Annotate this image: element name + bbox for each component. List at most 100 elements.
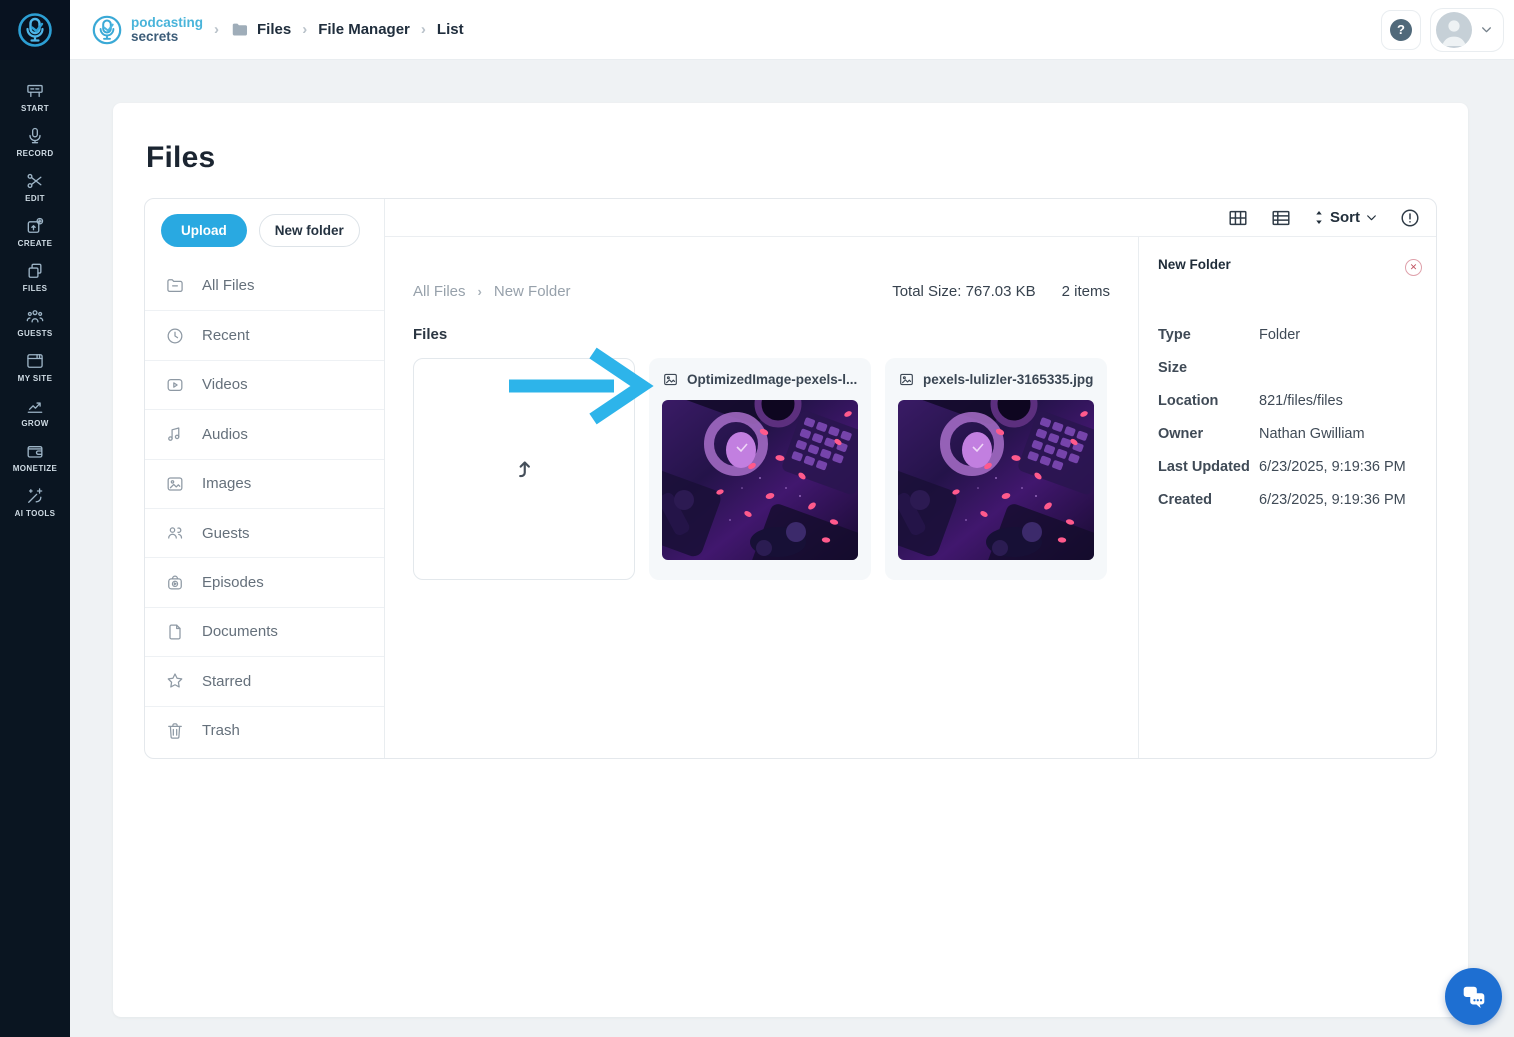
items-count-label: 2 items	[1061, 283, 1110, 300]
go-up-folder-card[interactable]	[413, 358, 635, 580]
detail-row-size: Size	[1158, 360, 1188, 376]
chevron-down-icon	[1482, 27, 1491, 33]
folder-stats: Total Size: 767.03 KB 2 items	[892, 283, 1110, 300]
trash-icon	[168, 722, 182, 739]
help-button[interactable]: ?	[1381, 9, 1421, 50]
file-name: pexels-lulizler-3165335.jpg	[923, 372, 1094, 387]
info-button[interactable]	[1399, 207, 1421, 229]
rail-item-create[interactable]: CREATE	[0, 209, 70, 254]
browser-window-icon	[27, 353, 43, 368]
top-header: podcasting secrets › Files › File Manage…	[70, 0, 1514, 60]
detail-row-owner: Owner Nathan Gwilliam	[1158, 426, 1365, 442]
app-rail: START RECORD EDIT CREATE FILES GUESTS MY…	[0, 0, 70, 1037]
rail-item-label: AI TOOLS	[14, 508, 56, 518]
growth-chart-icon	[27, 401, 43, 413]
rail-item-label: START	[20, 103, 50, 113]
detail-row-created: Created 6/23/2025, 9:19:36 PM	[1158, 492, 1406, 508]
list-view-button[interactable]	[1270, 207, 1292, 229]
episode-icon	[168, 575, 182, 589]
rail-item-record[interactable]: RECORD	[0, 119, 70, 164]
rail-item-guests[interactable]: GUESTS	[0, 299, 70, 344]
file-thumbnail	[898, 400, 1094, 560]
start-banner-icon	[27, 84, 43, 97]
library-item-label: Episodes	[202, 574, 264, 592]
breadcrumb-file-manager[interactable]: File Manager	[318, 21, 410, 38]
library-item-label: Documents	[202, 623, 278, 641]
library-item-label: Recent	[202, 327, 250, 345]
alert-circle-icon	[1401, 208, 1419, 227]
grid-view-button[interactable]	[1227, 207, 1249, 229]
file-card[interactable]: pexels-lulizler-3165335.jpg	[885, 358, 1107, 580]
rail-item-monetize[interactable]: MONETIZE	[0, 434, 70, 479]
upload-button[interactable]: Upload	[161, 214, 247, 247]
page-body: Files Upload New folder All Files Recent…	[70, 60, 1514, 1037]
rail-item-label: MONETIZE	[12, 463, 58, 473]
magic-wand-icon	[28, 487, 43, 503]
library-item-trash[interactable]: Trash	[145, 705, 384, 755]
library-item-label: Guests	[202, 524, 250, 542]
library-item-recent[interactable]: Recent	[145, 310, 384, 359]
wallet-icon	[27, 445, 43, 458]
library-item-videos[interactable]: Videos	[145, 359, 384, 409]
file-thumbnail	[662, 400, 858, 560]
brand-mic-icon	[92, 15, 122, 44]
rail-item-label: RECORD	[16, 148, 54, 158]
guests-icon	[168, 527, 183, 539]
close-icon: ✕	[1409, 262, 1418, 272]
library-item-documents[interactable]: Documents	[145, 606, 384, 656]
avatar	[1436, 11, 1472, 48]
sort-label: Sort	[1330, 209, 1360, 226]
brand-logo[interactable]: podcasting secrets	[90, 13, 203, 47]
library-item-label: Trash	[202, 722, 240, 740]
breadcrumb-files[interactable]: Files	[257, 21, 291, 38]
app-logo[interactable]	[0, 0, 70, 60]
details-title: New Folder	[1158, 257, 1231, 272]
library-item-images[interactable]: Images	[145, 458, 384, 508]
breadcrumb-list[interactable]: List	[437, 21, 464, 38]
rail-item-grow[interactable]: GROW	[0, 389, 70, 434]
rail-item-label: EDIT	[25, 193, 45, 203]
crumb-all-files[interactable]: All Files	[413, 283, 466, 300]
scissors-icon	[27, 173, 42, 188]
chevron-right-icon: ›	[477, 284, 482, 299]
grid-view-icon	[1229, 210, 1247, 225]
library-item-starred[interactable]: Starred	[145, 656, 384, 705]
library-item-guests[interactable]: Guests	[145, 507, 384, 557]
rail-item-edit[interactable]: EDIT	[0, 164, 70, 209]
rail-item-label: GUESTS	[17, 328, 53, 338]
library-item-audios[interactable]: Audios	[145, 409, 384, 458]
rail-item-ai-tools[interactable]: AI TOOLS	[0, 479, 70, 524]
library-item-label: Images	[202, 475, 252, 493]
new-folder-button[interactable]: New folder	[258, 214, 360, 247]
chat-widget-button[interactable]	[1445, 968, 1502, 1025]
library-item-label: Videos	[202, 376, 248, 394]
question-mark-icon: ?	[1390, 18, 1412, 41]
rail-item-start[interactable]: START	[0, 74, 70, 119]
brand-name: podcasting secrets	[131, 14, 204, 44]
files-stack-icon	[28, 263, 42, 278]
close-details-button[interactable]: ✕	[1405, 259, 1422, 276]
folder-breadcrumb: All Files › New Folder	[413, 283, 571, 300]
account-menu-button[interactable]	[1430, 7, 1504, 52]
rail-item-label: CREATE	[17, 238, 53, 248]
rail-item-label: GROW	[21, 418, 49, 428]
breadcrumb-separator: ›	[302, 21, 308, 38]
image-icon	[167, 477, 183, 491]
rail-item-label: FILES	[22, 283, 48, 293]
library-item-label: Starred	[202, 672, 252, 690]
library-item-episodes[interactable]: Episodes	[145, 557, 384, 606]
rail-item-files[interactable]: FILES	[0, 254, 70, 299]
video-icon	[167, 378, 183, 392]
folder-icon	[230, 20, 249, 39]
sort-button[interactable]: Sort	[1313, 209, 1378, 226]
create-plus-icon	[27, 217, 44, 233]
file-card[interactable]: OptimizedImage-pexels-l...	[649, 358, 871, 580]
crumb-new-folder[interactable]: New Folder	[494, 283, 571, 300]
list-view-icon	[1272, 210, 1290, 225]
folder-minus-icon	[167, 278, 183, 292]
library-item-all-files[interactable]: All Files	[145, 261, 384, 310]
content-card: Files Upload New folder All Files Recent…	[113, 103, 1468, 1017]
rail-item-my-site[interactable]: MY SITE	[0, 344, 70, 389]
detail-row-location: Location 821/files/files	[1158, 393, 1343, 409]
mic-logo-icon	[18, 13, 52, 47]
